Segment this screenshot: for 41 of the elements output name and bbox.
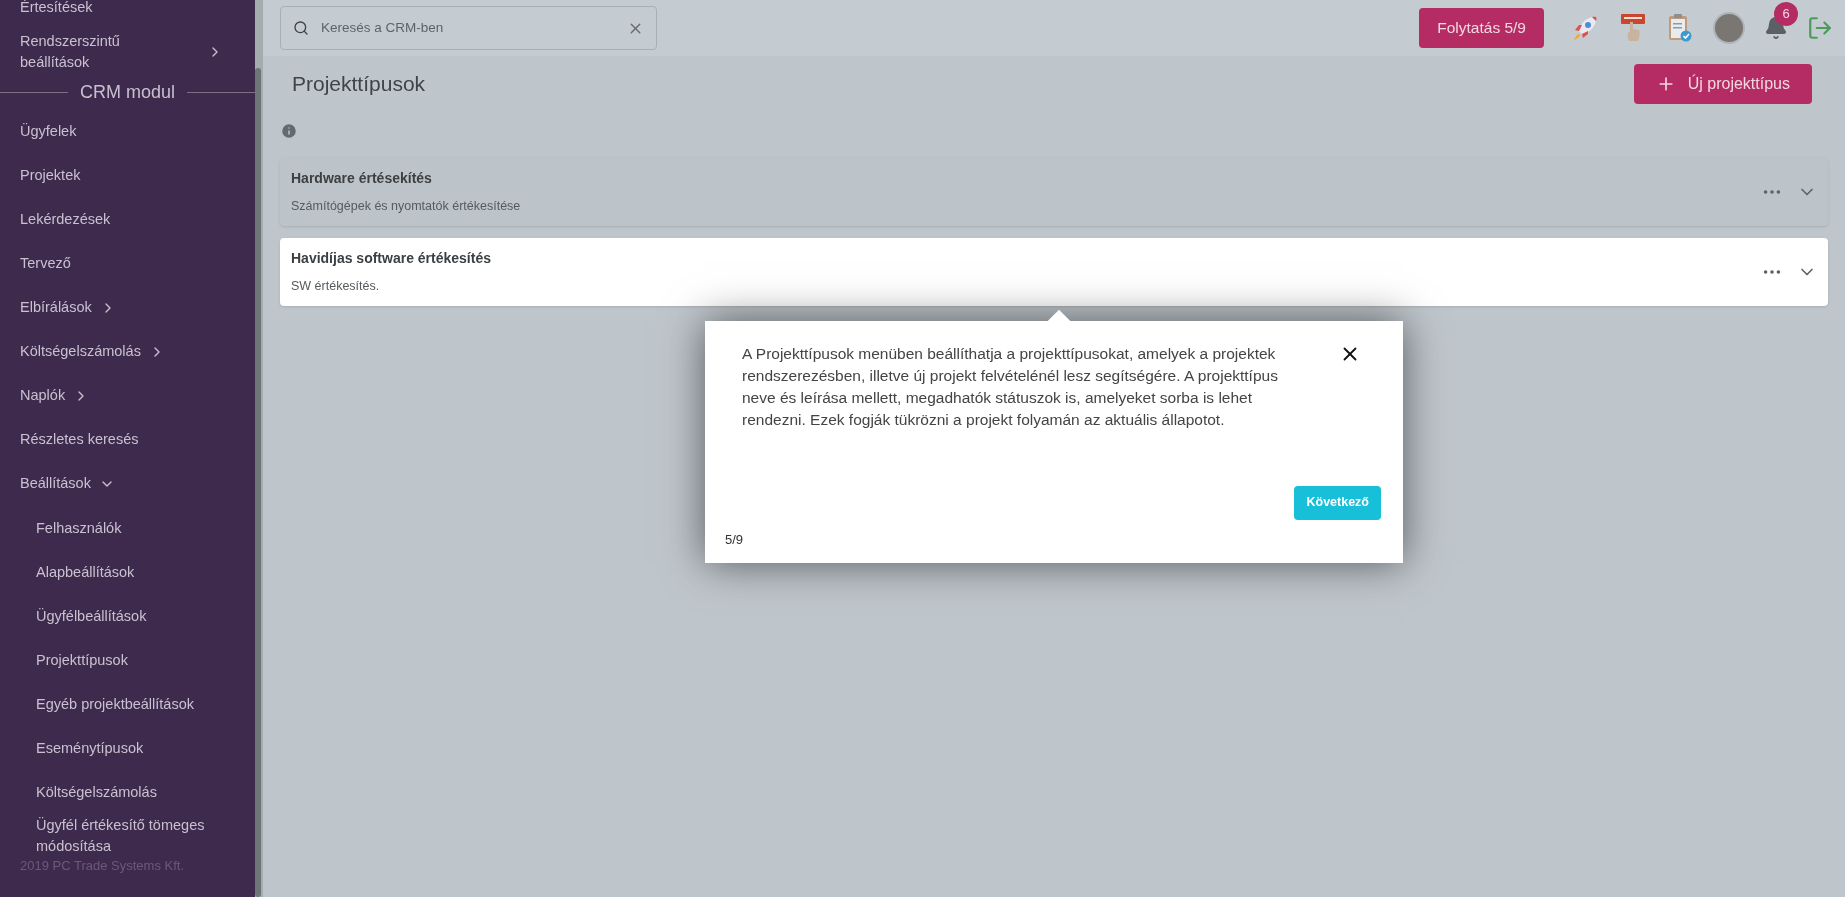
project-type-description: Számítógépek és nyomtatók értékesítése [291,198,521,216]
sidebar-item[interactable]: Rendszerszintű beállítások [0,30,255,74]
sidebar-item[interactable]: Értesítések [0,0,255,30]
continue-tour-button[interactable]: Folytatás 5/9 [1419,8,1544,48]
info-icon[interactable] [280,122,298,140]
search-input[interactable]: Keresés a CRM-ben [321,17,615,39]
project-type-name: Hardware értésekítés [291,169,433,189]
project-type-description: SW értékesítés. [291,278,381,296]
project-type-name: Havidíjas software értékesítés [291,249,491,269]
sidebar-item[interactable]: Egyéb projektbeállítások [0,682,255,726]
search-icon [293,20,309,36]
sidebar-item[interactable]: Projektek [0,154,255,198]
sidebar-item[interactable]: Felhasználók [0,506,255,550]
logout-icon[interactable] [1807,15,1833,41]
sidebar-item[interactable]: Ügyfelek [0,110,255,154]
sidebar-item[interactable]: Tervező [0,242,255,286]
sidebar-item[interactable]: Részletes keresés [0,418,255,462]
sidebar-item[interactable]: Beállítások [0,462,255,506]
sidebar-item[interactable]: Költségelszámolás [0,770,255,814]
new-project-type-button[interactable]: Új projekttípus [1633,64,1812,104]
sidebar-item[interactable]: Naplók [0,374,255,418]
section-heading: CRM modul [80,80,175,104]
notification-badge: 6 [1774,2,1798,26]
sidebar-item[interactable]: Ügyfél értékesítő tömeges módosítása [0,814,255,858]
scrollbar-thumb[interactable] [255,68,261,897]
tour-text: A Projekttípusok menüben beállíthatja a projekttípusokat, amelyek a projektek rendszerezésben, illetve új projekt felvételénél lesz segítségére. A projekttípus neve és leírása mellett, megadhatók státuszok is, amelyeket sorba is lehet rendezni. Ezek fogják tükrözni a projekt folyamán az aktuális állapotot. [742,344,1279,430]
sidebar-item[interactable]: Költségelszámolás [0,330,255,374]
sidebar-item[interactable]: Ügyfélbeállítások [0,594,255,638]
page-title: Projekttípusok [292,71,426,98]
search-field[interactable]: Keresés a CRM-ben [280,6,657,50]
sidebar-item[interactable]: Projekttípusok [0,638,255,682]
sidebar-item[interactable]: Eseménytípusok [0,726,255,770]
sidebar-item[interactable]: Alapbeállítások [0,550,255,594]
sidebar-item[interactable]: Lekérdezések [0,198,255,242]
project-type-card[interactable]: Hardware értésekítés Számítógépek és nyomtatók értékesítése [280,158,1828,226]
clipboard-check-icon[interactable] [1666,13,1694,43]
project-type-card[interactable]: Havidíjas software értékesítés SW értékesítés. [280,238,1828,306]
sidebar-item[interactable]: Elbírálások [0,286,255,330]
step-counter: 5/9 [725,530,745,549]
avatar[interactable] [1713,12,1745,44]
help-hand-icon[interactable] [1619,13,1647,43]
